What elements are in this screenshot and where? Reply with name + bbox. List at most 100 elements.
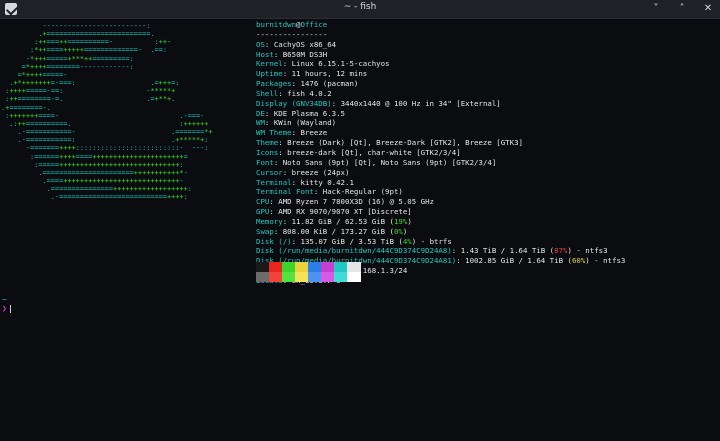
info-value: fish 4.0.2	[287, 88, 332, 98]
info-key: Uptime	[256, 69, 283, 79]
palette-swatch	[334, 272, 348, 282]
info-value-tail: )	[402, 226, 408, 236]
info-row: Swap: 808.00 KiB / 173.27 GiB (0%)	[256, 226, 408, 236]
prompt-symbol: ❯	[2, 304, 7, 313]
info-value: AMD Ryzen 7 7800X3D (16) @ 5.05 GHz	[278, 197, 434, 207]
info-value: kitty 0.42.1	[300, 177, 354, 187]
info-value: 1.43 TiB / 1.64 TiB (	[460, 246, 555, 256]
palette-swatch	[321, 262, 335, 272]
info-key: WM	[256, 118, 265, 128]
info-key: CPU	[256, 197, 270, 207]
info-key: Disk (/)	[256, 236, 292, 246]
minimize-button[interactable]: ˅	[650, 2, 662, 15]
info-value: breeze-dark [Qt], char-white [GTK2/3/4]	[287, 147, 461, 157]
cachyos-ascii-logo: -------------------------: .+===========…	[1, 22, 213, 202]
info-row: WM: KWin (Wayland)	[256, 118, 337, 128]
palette-swatch	[308, 272, 322, 282]
usage-percent: 60%	[571, 256, 586, 266]
palette-swatch	[282, 262, 296, 272]
hostname: Office	[300, 20, 328, 29]
palette-swatch	[269, 262, 283, 272]
info-row: Host: B650M DS3H	[256, 49, 328, 59]
info-key: Icons	[256, 147, 279, 157]
color-palette	[256, 262, 368, 282]
palette-swatch	[321, 272, 335, 282]
info-value: Linux 6.15.1-5-cachyos	[291, 59, 390, 69]
info-row: Memory: 11.82 GiB / 62.53 GiB (19%)	[256, 216, 412, 226]
info-value: CachyOS x86_64	[273, 39, 337, 49]
text-cursor	[9, 304, 11, 313]
username: burnitdwn	[256, 20, 297, 29]
info-key: Kernel	[256, 59, 283, 69]
info-row: CPU: AMD Ryzen 7 7800X3D (16) @ 5.05 GHz	[256, 197, 434, 207]
info-key: WM Theme	[256, 128, 292, 138]
info-value: 1002.85 GiB / 1.64 TiB (	[465, 256, 572, 266]
info-key: DE	[256, 108, 265, 118]
usage-percent: 87%	[554, 246, 568, 256]
info-row: Kernel: Linux 6.15.1-5-cachyos	[256, 59, 390, 69]
info-key: Swap	[256, 226, 274, 236]
terminal-area[interactable]: -------------------------: .+===========…	[0, 19, 720, 441]
window-title: ~ - fish	[343, 2, 377, 12]
info-row: Theme: Breeze (Dark) [Qt], Breeze-Dark […	[256, 138, 523, 148]
info-value: Noto Sans (9pt) [Qt], Noto Sans (9pt) [G…	[282, 157, 497, 167]
palette-swatch	[295, 272, 309, 282]
info-row: Shell: fish 4.0.2	[256, 88, 332, 98]
info-value-tail: )	[407, 216, 412, 226]
info-value-tail: ) - ntfs3	[585, 256, 626, 266]
info-value: AMD RX 9070/9070 XT [Discrete]	[278, 207, 412, 217]
info-value: KDE Plasma 6.3.5	[273, 108, 346, 118]
info-key: Disk (/run/media/burnitdwn/444C9D374C9D2…	[256, 246, 452, 256]
palette-swatch	[347, 272, 361, 282]
palette-swatch	[308, 262, 322, 272]
info-key: Shell	[256, 88, 279, 98]
info-key: Theme	[256, 138, 279, 148]
palette-swatch	[347, 262, 361, 272]
info-row: Uptime: 11 hours, 12 mins	[256, 69, 368, 79]
palette-swatch	[282, 272, 296, 282]
info-value: Breeze	[300, 128, 328, 138]
info-row: Packages: 1476 (pacman)	[256, 79, 359, 89]
info-row: OS: CachyOS x86_64	[256, 39, 337, 49]
terminal-window: ~ - fish ˅ ˄ ✕ -------------------------…	[0, 0, 720, 441]
separator-line: ----------------	[256, 29, 328, 39]
info-key: OS	[256, 39, 265, 49]
maximize-button[interactable]: ˄	[676, 2, 688, 15]
info-value: 11 hours, 12 mins	[291, 69, 368, 79]
info-value: Breeze (Dark) [Qt], Breeze-Dark [GTK2], …	[287, 138, 523, 148]
info-row: GPU: AMD RX 9070/9070 XT [Discrete]	[256, 207, 412, 217]
user-host-line: burnitdwn@Office	[256, 20, 625, 30]
info-row: Disk (/run/media/burnitdwn/444C9D374C9D2…	[256, 246, 608, 256]
shell-prompt[interactable]: ~ ❯	[2, 295, 11, 313]
info-value: 135.07 GiB / 3.53 TiB (	[300, 236, 403, 246]
info-key: Terminal Font	[256, 187, 314, 197]
info-row: Icons: breeze-dark [Qt], char-white [GTK…	[256, 147, 461, 157]
info-value: KWin (Wayland)	[273, 118, 337, 128]
info-value: 3440x1440 @ 100 Hz in 34" [External]	[340, 98, 501, 108]
palette-swatch	[269, 272, 283, 282]
info-row: DE: KDE Plasma 6.3.5	[256, 108, 346, 118]
info-value-tail: ) - ntfs3	[567, 246, 608, 256]
info-key: Memory	[256, 216, 283, 226]
palette-swatch	[256, 272, 270, 282]
usage-percent: 19%	[393, 216, 408, 226]
info-row: Cursor: breeze (24px)	[256, 167, 350, 177]
prompt-cwd: ~	[2, 295, 7, 304]
info-value: 11.82 GiB / 62.53 GiB (	[291, 216, 394, 226]
info-key: Cursor	[256, 167, 283, 177]
info-value-tail: ) - btrfs	[411, 236, 452, 246]
palette-swatch	[295, 262, 309, 272]
title-bar[interactable]: ~ - fish ˅ ˄ ✕	[0, 0, 720, 19]
info-row: Disk (/): 135.07 GiB / 3.53 TiB (4%) - b…	[256, 236, 452, 246]
info-row: Display (GNV34DB): 3440x1440 @ 100 Hz in…	[256, 98, 501, 108]
palette-swatch	[256, 262, 270, 272]
info-key: Host	[256, 49, 274, 59]
info-key: Terminal	[256, 177, 292, 187]
info-value: breeze (24px)	[291, 167, 350, 177]
info-key: Display (GNV34DB)	[256, 98, 332, 108]
close-button[interactable]: ✕	[702, 2, 714, 15]
info-key: Packages	[256, 79, 292, 89]
info-row: WM Theme: Breeze	[256, 128, 328, 138]
info-value: Hack-Regular (9pt)	[322, 187, 403, 197]
info-row: Font: Noto Sans (9pt) [Qt], Noto Sans (9…	[256, 157, 497, 167]
